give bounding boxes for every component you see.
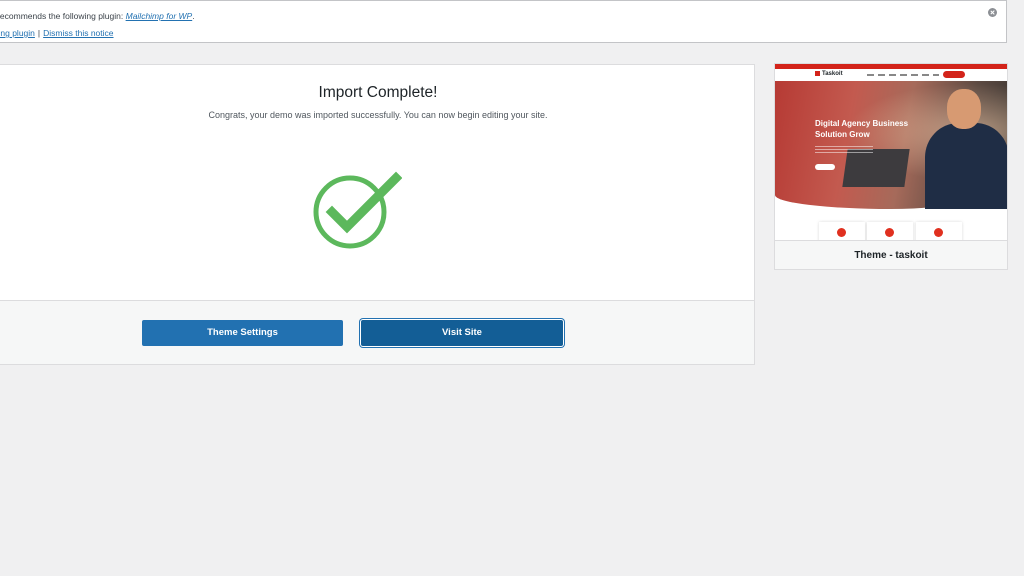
preview-feature-box [916,222,962,240]
install-plugin-link[interactable]: alling plugin [0,28,35,38]
theme-settings-button[interactable]: Theme Settings [142,320,343,346]
close-circle-icon[interactable] [988,8,997,17]
theme-screenshot: Taskoit Digital Agency Business Solution … [775,64,1007,240]
preview-person-head [947,89,981,129]
theme-preview-card[interactable]: Taskoit Digital Agency Business Solution … [774,63,1008,270]
theme-name: Theme - taskoit [775,240,1007,269]
preview-hero-button [815,164,835,170]
preview-feature-box [867,222,913,240]
preview-hero-title: Digital Agency Business Solution Grow [815,119,909,139]
plugin-link[interactable]: Mailchimp for WP [126,11,193,21]
preview-hero: Digital Agency Business Solution Grow [775,81,1007,209]
preview-hero-text [815,146,873,154]
preview-nav-button [943,71,965,78]
notice-suffix: . [192,11,195,21]
notice-separator: | [37,28,41,38]
dismiss-notice-link[interactable]: Dismiss this notice [43,28,113,38]
preview-laptop [842,149,910,187]
checkmark-circle-icon [313,171,402,249]
visit-site-button[interactable]: Visit Site [361,320,563,346]
preview-logo: Taskoit [815,71,843,77]
preview-nav-links [867,74,939,76]
preview-nav: Taskoit [775,69,1007,81]
import-message: Congrats, your demo was imported success… [208,110,548,120]
admin-notice: e recommends the following plugin: Mailc… [0,0,1007,43]
import-complete-panel: Import Complete! Congrats, your demo was… [0,64,755,301]
page-title: Import Complete! [318,84,438,101]
panel-actions: Theme Settings Visit Site [0,300,755,365]
preview-person [925,123,1007,209]
notice-actions: alling plugin|Dismiss this notice [0,28,114,38]
notice-prefix: e recommends the following plugin: [0,11,126,21]
notice-message: e recommends the following plugin: Mailc… [0,11,195,21]
preview-feature-box [819,222,865,240]
